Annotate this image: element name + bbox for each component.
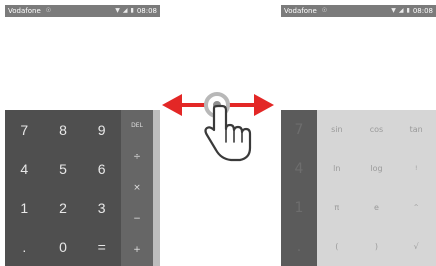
factorial-button[interactable]: ! xyxy=(396,149,436,188)
power-button[interactable]: ^ xyxy=(396,188,436,227)
sin-button[interactable]: sin xyxy=(317,110,357,149)
delete-button[interactable]: DEL xyxy=(121,110,153,141)
key-2[interactable]: 2 xyxy=(44,188,83,227)
wifi-icon: ▼ xyxy=(115,7,120,14)
open-paren-button[interactable]: ( xyxy=(317,227,357,266)
log-button[interactable]: log xyxy=(357,149,397,188)
battery-icon: ▮ xyxy=(406,7,410,14)
key-decimal[interactable]: . xyxy=(5,227,44,266)
calculator-screen-advanced: Vodafone ☉ ▼ ◢ ▮ 08:08 7 4 1 . sin cos t… xyxy=(281,5,436,266)
divide-button[interactable]: ÷ xyxy=(121,141,153,172)
arrow-right-icon xyxy=(254,94,274,116)
status-bar: Vodafone ☉ ▼ ◢ ▮ 08:08 xyxy=(5,5,160,17)
key-decimal-dimmed: . xyxy=(296,238,302,255)
plus-button[interactable]: + xyxy=(121,235,153,266)
arrow-left-icon xyxy=(162,94,182,116)
tan-button[interactable]: tan xyxy=(396,110,436,149)
key-9[interactable]: 9 xyxy=(82,110,121,149)
multiply-button[interactable]: × xyxy=(121,172,153,203)
number-pad-dimmed: 7 4 1 . xyxy=(281,110,317,266)
key-5[interactable]: 5 xyxy=(44,149,83,188)
notification-icon: ☉ xyxy=(45,7,52,14)
wifi-icon: ▼ xyxy=(391,7,396,14)
minus-button[interactable]: − xyxy=(121,204,153,235)
number-pad: 7 8 9 4 5 6 1 2 3 . 0 = xyxy=(5,110,121,266)
calculator-screen-basic: Vodafone ☉ ▼ ◢ ▮ 08:08 7 8 9 4 5 6 1 2 3… xyxy=(5,5,160,266)
status-bar: Vodafone ☉ ▼ ◢ ▮ 08:08 xyxy=(281,5,436,17)
key-3[interactable]: 3 xyxy=(82,188,121,227)
key-equals[interactable]: = xyxy=(82,227,121,266)
signal-icon: ◢ xyxy=(398,7,404,14)
calculator-display xyxy=(281,17,436,110)
calculator-display xyxy=(5,17,160,110)
key-0[interactable]: 0 xyxy=(44,227,83,266)
sqrt-button[interactable]: √ xyxy=(396,227,436,266)
key-7-dimmed: 7 xyxy=(294,121,304,138)
key-1[interactable]: 1 xyxy=(5,188,44,227)
cos-button[interactable]: cos xyxy=(357,110,397,149)
key-1-dimmed: 1 xyxy=(294,199,304,216)
key-4[interactable]: 4 xyxy=(5,149,44,188)
advanced-functions-panel: sin cos tan ln log ! π e ^ ( ) √ xyxy=(317,110,436,266)
operator-column: DEL ÷ × − + xyxy=(121,110,153,266)
key-7[interactable]: 7 xyxy=(5,110,44,149)
time-label: 08:08 xyxy=(412,7,433,15)
swipe-gesture-illustration xyxy=(160,90,276,180)
time-label: 08:08 xyxy=(136,7,157,15)
ln-button[interactable]: ln xyxy=(317,149,357,188)
key-8[interactable]: 8 xyxy=(44,110,83,149)
pi-button[interactable]: π xyxy=(317,188,357,227)
key-4-dimmed: 4 xyxy=(294,160,304,177)
signal-icon: ◢ xyxy=(122,7,128,14)
carrier-label: Vodafone xyxy=(8,7,41,15)
carrier-label: Vodafone xyxy=(284,7,317,15)
battery-icon: ▮ xyxy=(130,7,134,14)
key-6[interactable]: 6 xyxy=(82,149,121,188)
advanced-panel-handle[interactable] xyxy=(153,110,160,266)
e-button[interactable]: e xyxy=(357,188,397,227)
close-paren-button[interactable]: ) xyxy=(357,227,397,266)
notification-icon: ☉ xyxy=(321,7,328,14)
